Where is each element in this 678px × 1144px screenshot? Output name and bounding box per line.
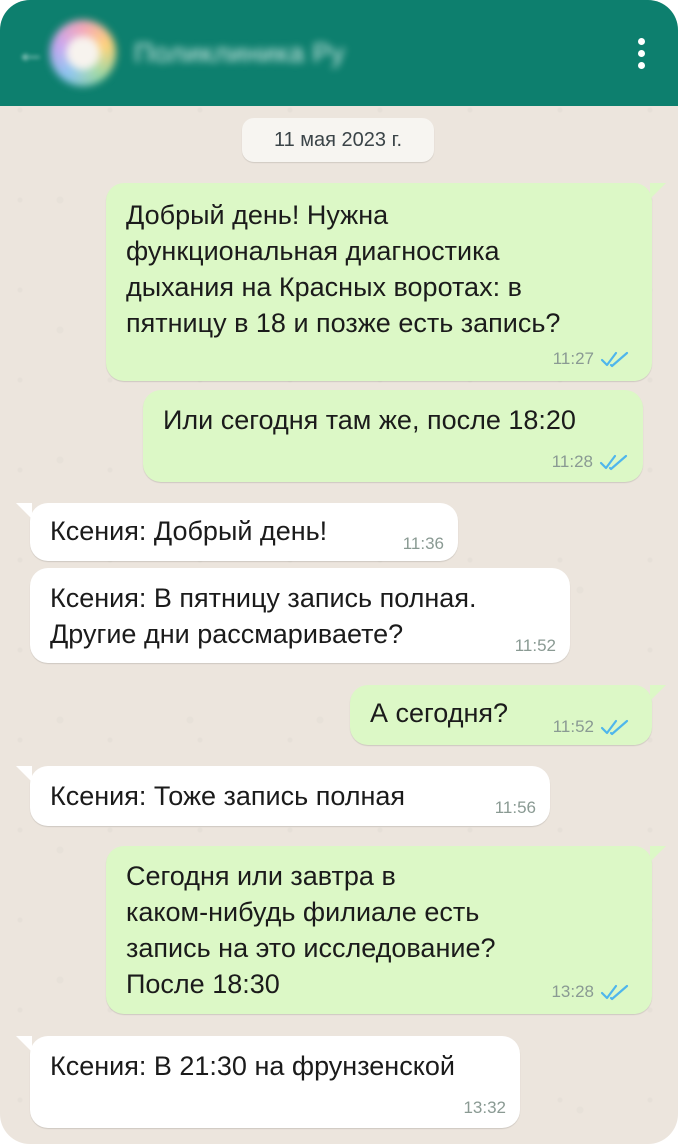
message-bubble-incoming[interactable]: Ксения: Добрый день! 11:36 [16, 503, 458, 561]
message-meta: 11:52 [553, 717, 630, 737]
date-chip: 11 мая 2023 г. [242, 118, 434, 162]
message-bubble-incoming[interactable]: Ксения: Тоже запись полная 11:56 [16, 766, 550, 826]
message-text: Ксения: В пятницу запись полная. Другие … [50, 583, 477, 649]
chat-header: ← Поликлиника Ру [0, 0, 678, 106]
message-meta: 11:28 [552, 452, 629, 472]
message-text: Ксения: Тоже запись полная [50, 781, 406, 811]
message-text: Или сегодня там же, после 18:20 [163, 405, 576, 435]
message-meta: 11:27 [553, 349, 630, 369]
double-check-icon [600, 984, 629, 1001]
avatar[interactable] [50, 20, 116, 86]
message-bubble-incoming[interactable]: Ксения: В 21:30 на фрунзенской 13:32 [16, 1036, 520, 1128]
message-text: Добрый день! Нужна функциональная диагно… [126, 200, 561, 338]
message-time: 11:56 [494, 798, 536, 817]
more-vertical-icon[interactable] [638, 38, 646, 69]
message-bubble-outgoing[interactable]: Или сегодня там же, после 18:20 11:28 [143, 390, 643, 482]
message-time: 11:27 [552, 349, 594, 368]
message-text: Сегодня или завтра в каком-нибудь филиал… [126, 861, 496, 999]
message-text: Ксения: В 21:30 на фрунзенской [50, 1051, 455, 1081]
message-time: 13:32 [463, 1098, 506, 1117]
message-time: 11:52 [552, 717, 594, 736]
message-text: Ксения: Добрый день! [50, 516, 328, 546]
message-time: 13:28 [551, 982, 594, 1001]
chat-screen: ← Поликлиника Ру 11 мая 2023 г. Добрый д… [0, 0, 678, 1144]
double-check-icon [600, 351, 629, 368]
message-meta: 13:32 [463, 1098, 506, 1118]
message-meta: 13:28 [551, 982, 630, 1002]
message-bubble-outgoing[interactable]: Сегодня или завтра в каком-нибудь филиал… [106, 846, 666, 1014]
contact-name[interactable]: Поликлиника Ру [134, 38, 345, 69]
message-meta: 11:52 [515, 636, 556, 656]
message-text: А сегодня? [370, 698, 509, 728]
double-check-icon [600, 719, 629, 736]
message-time: 11:36 [402, 534, 444, 553]
message-bubble-outgoing[interactable]: Добрый день! Нужна функциональная диагно… [106, 183, 666, 381]
message-time: 11:28 [551, 452, 593, 471]
message-bubble-outgoing[interactable]: А сегодня? 11:52 [350, 685, 666, 745]
message-meta: 11:36 [403, 534, 444, 554]
message-bubble-incoming[interactable]: Ксения: В пятницу запись полная. Другие … [30, 568, 570, 663]
double-check-icon [599, 454, 628, 471]
message-time: 11:52 [514, 636, 556, 655]
message-meta: 11:56 [495, 798, 536, 818]
arrow-left-icon[interactable]: ← [14, 36, 48, 70]
